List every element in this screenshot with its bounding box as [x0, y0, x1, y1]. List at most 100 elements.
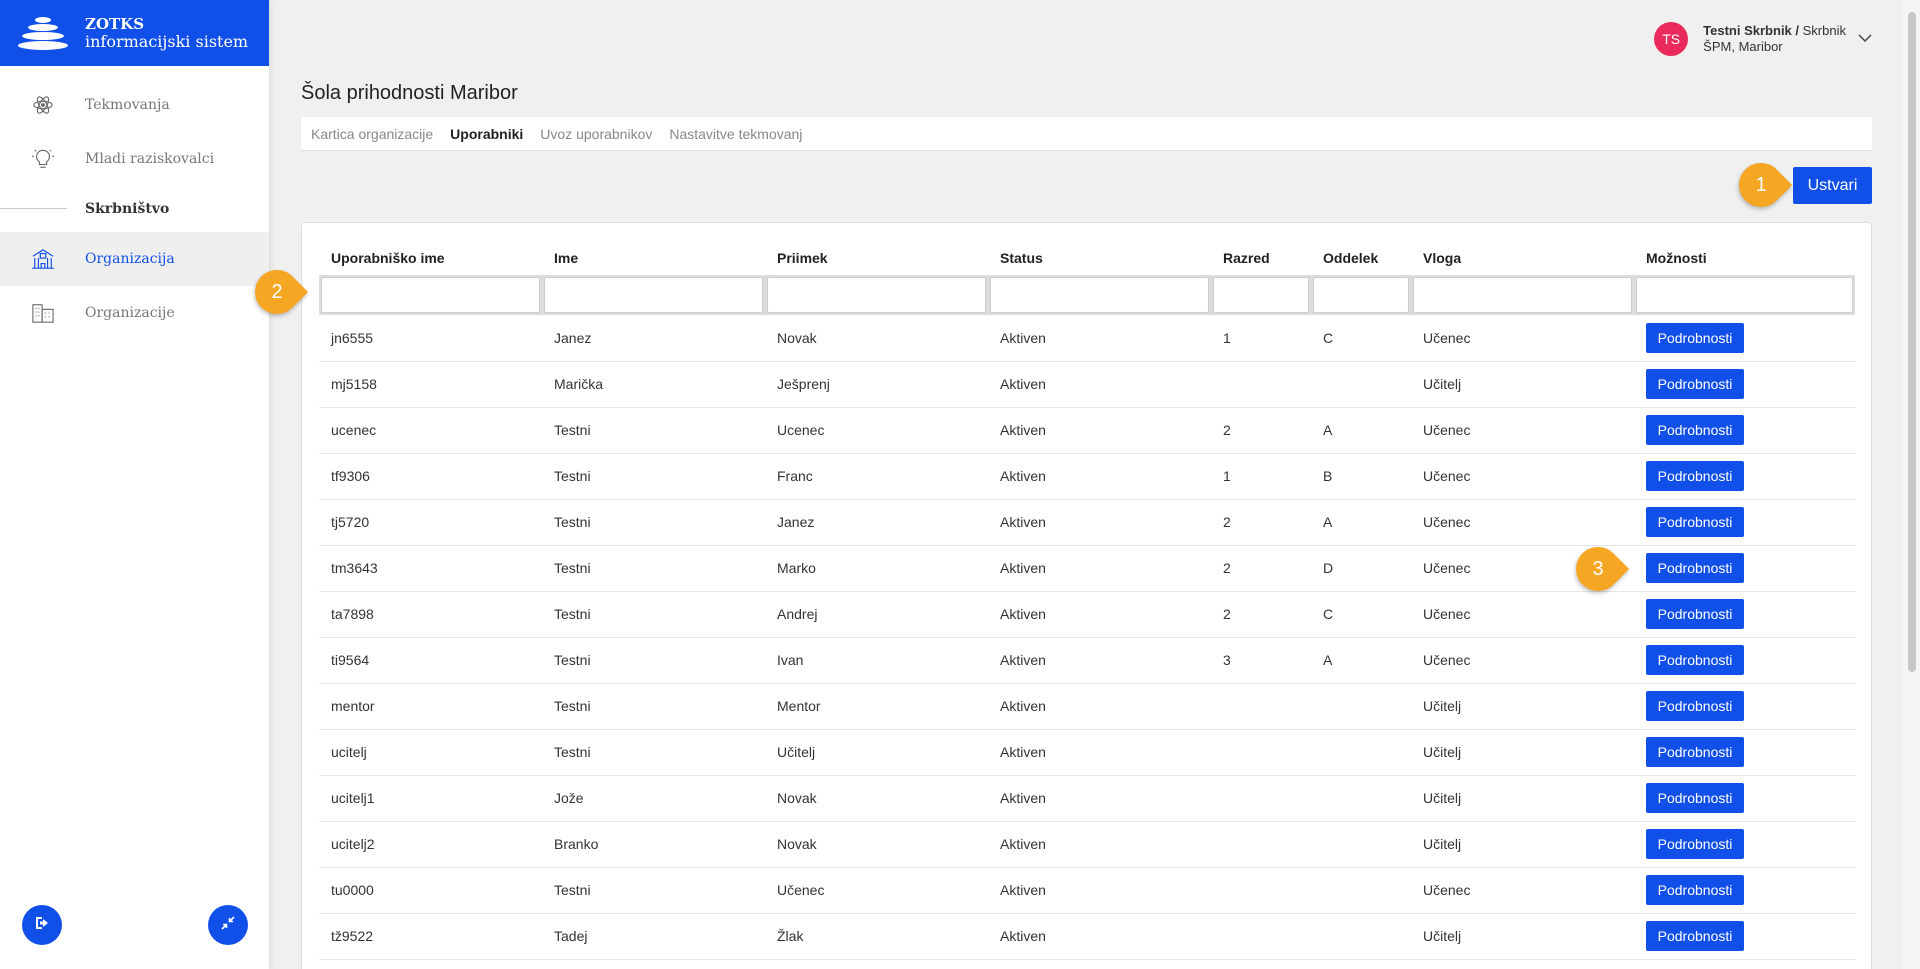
details-button[interactable]: Podrobnosti	[1646, 322, 1744, 353]
table-cell: Ivan	[777, 652, 804, 668]
collapse-arrows-icon	[220, 915, 236, 936]
filter-username-input[interactable]	[321, 277, 540, 313]
table-cell: Učenec	[1423, 422, 1471, 438]
table-cell: Branko	[554, 836, 599, 852]
user-menu[interactable]: TS Testni Skrbnik / Skrbnik ŠPM, Maribor	[1654, 22, 1872, 56]
filter-grade-input[interactable]	[1213, 277, 1309, 313]
details-button[interactable]: Podrobnosti	[1646, 875, 1744, 905]
details-button[interactable]: Podrobnosti	[1646, 461, 1744, 491]
sidebar-item-organizacije[interactable]: Organizacije	[0, 286, 269, 340]
tab-nastavitve-tekmovanj[interactable]: Nastavitve tekmovanj	[669, 126, 802, 142]
column-header[interactable]: Oddelek	[1311, 241, 1411, 275]
table-cell: Testni	[554, 606, 591, 622]
atom-icon	[30, 92, 56, 118]
table-row: tž9522 Tadej Žlak Aktiven Učitelj Podrobnosti	[319, 913, 1855, 959]
users-card: Uporabniško ime Ime Priimek Status Razre…	[301, 222, 1872, 969]
details-button[interactable]: Podrobnosti	[1646, 369, 1744, 399]
details-button[interactable]: Podrobnosti	[1646, 829, 1744, 859]
sidebar-item-organizacija[interactable]: Organizacija	[0, 232, 269, 286]
table-cell-actions: Podrobnosti	[1634, 591, 1855, 637]
table-cell	[1211, 913, 1311, 959]
details-button[interactable]: Podrobnosti	[1646, 921, 1744, 951]
details-button[interactable]: Podrobnosti	[1646, 415, 1744, 445]
filter-status-input[interactable]	[990, 277, 1209, 313]
table-row: mentor Testni Mentor Aktiven Učitelj Podrobno…	[319, 683, 1855, 729]
details-button[interactable]: Podrobnosti	[1646, 553, 1744, 583]
column-header[interactable]: Status	[988, 241, 1211, 275]
filter-class-input[interactable]	[1313, 277, 1409, 313]
filter-first-name-input[interactable]	[544, 277, 763, 313]
table-cell: Aktiven	[1000, 698, 1046, 714]
table-cell: Učitelj	[1423, 790, 1462, 806]
tab-uporabniki[interactable]: Uporabniki	[450, 126, 523, 142]
details-button[interactable]: Podrobnosti	[1646, 737, 1744, 767]
table-row: tu0000 Testni Učenec Aktiven Učenec Podrobnos…	[319, 867, 1855, 913]
table-cell: ucenec	[331, 422, 377, 438]
table-cell-actions: Podrobnosti	[1634, 407, 1855, 453]
table-cell: Aktiven	[1000, 376, 1046, 392]
table-cell: ucitelj2	[331, 836, 375, 852]
sidebar-item-mladi-raziskovalci[interactable]: Mladi raziskovalci	[0, 132, 269, 186]
table-cell: Testni	[554, 744, 591, 760]
table-cell	[1311, 361, 1411, 407]
table-cell-actions: Podrobnosti	[1634, 913, 1855, 959]
table-cell	[1211, 867, 1311, 913]
column-header[interactable]: Uporabniško ime	[319, 241, 542, 275]
sidebar-item-label: Organizacije	[85, 305, 175, 321]
sidebar-item-tekmovanja[interactable]: Tekmovanja	[0, 78, 269, 132]
sidebar: ZOTKS informacijski sistem Tekmovanja Ml…	[0, 0, 270, 969]
collapse-sidebar-button[interactable]	[208, 905, 248, 945]
table-cell: Aktiven	[1000, 468, 1046, 484]
tab-kartica-organizacije[interactable]: Kartica organizacije	[311, 126, 433, 142]
column-header[interactable]: Ime	[542, 241, 765, 275]
table-cell	[1311, 775, 1411, 821]
filter-last-name-input[interactable]	[767, 277, 986, 313]
table-row: ucenec Testni Ucenec Aktiven 2 A Učenec Podrobn…	[319, 407, 1855, 453]
table-cell: Aktiven	[1000, 606, 1046, 622]
details-button[interactable]: Podrobnosti	[1646, 783, 1744, 813]
chevron-down-icon[interactable]	[1858, 30, 1872, 48]
filter-options-input[interactable]	[1636, 277, 1853, 313]
create-button[interactable]: Ustvari	[1793, 167, 1872, 204]
table-cell: Učenec	[1423, 882, 1471, 898]
details-button[interactable]: Podrobnosti	[1646, 645, 1744, 675]
table-cell: tu0000	[331, 882, 374, 898]
details-button[interactable]: Podrobnosti	[1646, 599, 1744, 629]
details-button[interactable]: Podrobnosti	[1646, 691, 1744, 721]
table-cell: mentor	[331, 698, 375, 714]
building-columns-icon	[30, 246, 56, 272]
table-cell	[1311, 913, 1411, 959]
scrollbar-thumb[interactable]	[1908, 12, 1916, 672]
table-cell: Ucenec	[777, 422, 825, 438]
table-cell: Učitelj	[1423, 744, 1462, 760]
filter-role-input[interactable]	[1413, 277, 1632, 313]
table-cell: mj5158	[331, 376, 377, 392]
lightbulb-icon	[30, 146, 56, 172]
annotation-badge-3: 3	[1566, 537, 1630, 601]
table-cell: Aktiven	[1000, 928, 1046, 944]
table-cell	[1211, 729, 1311, 775]
column-header[interactable]: Priimek	[765, 241, 988, 275]
table-cell: Testni	[554, 560, 591, 576]
table-cell: Učitelj	[1423, 928, 1462, 944]
column-header[interactable]: Vloga	[1411, 241, 1634, 275]
page-title: Šola prihodnosti Maribor	[301, 82, 518, 104]
page-scrollbar[interactable]	[1903, 0, 1920, 969]
table-cell: ti9564	[331, 652, 370, 668]
table-cell-actions: Podrobnosti	[1634, 683, 1855, 729]
users-table: Uporabniško ime Ime Priimek Status Razre…	[319, 241, 1855, 960]
column-header[interactable]: Razred	[1211, 241, 1311, 275]
table-cell: Janez	[777, 514, 815, 530]
table-cell: Učitelj	[1423, 376, 1462, 392]
table-cell: 1	[1223, 468, 1231, 484]
table-cell: Franc	[777, 468, 813, 484]
brand-header[interactable]: ZOTKS informacijski sistem	[0, 0, 269, 66]
logout-button[interactable]	[22, 905, 62, 945]
tab-uvoz-uporabnikov[interactable]: Uvoz uporabnikov	[540, 126, 652, 142]
table-cell: ta7898	[331, 606, 374, 622]
table-cell: Aktiven	[1000, 329, 1046, 346]
table-row: ucitelj1 Jože Novak Aktiven Učitelj Podrobnos…	[319, 775, 1855, 821]
table-cell: A	[1323, 652, 1333, 668]
details-button[interactable]: Podrobnosti	[1646, 507, 1744, 537]
table-row: ti9564 Testni Ivan Aktiven 3 A Učenec Podrobnos…	[319, 637, 1855, 683]
